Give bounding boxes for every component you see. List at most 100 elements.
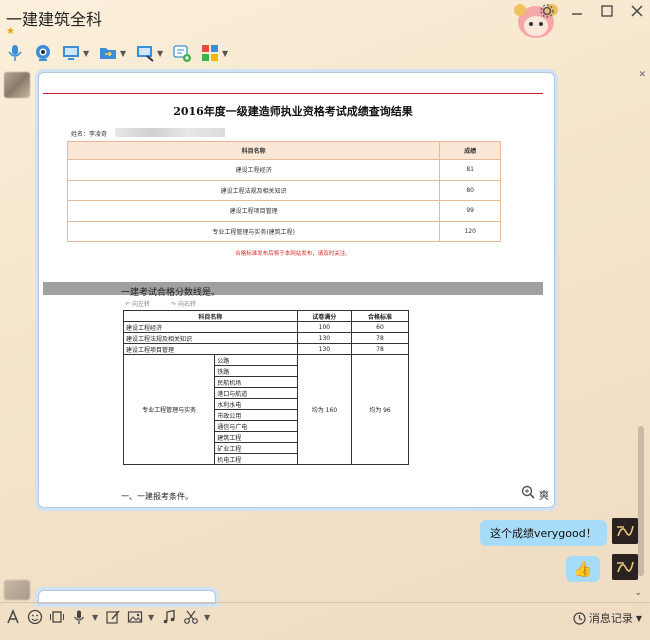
zoom-in-icon[interactable] <box>521 485 535 499</box>
chat-title: 一建建筑全科 <box>6 10 103 29</box>
avatar[interactable] <box>4 72 30 98</box>
image-icon[interactable] <box>126 608 144 626</box>
rotate-left-link[interactable]: ↶ 向左转 <box>125 299 150 308</box>
message-history-button[interactable]: 消息记录 ▼ <box>573 610 642 626</box>
table-header: 成绩 <box>439 141 501 160</box>
table-row: 建设工程项目管理 130 78 <box>123 343 410 355</box>
close-icon[interactable] <box>630 4 644 18</box>
video-call-button[interactable] <box>32 42 54 64</box>
emoji-icon[interactable] <box>26 608 44 626</box>
subject-cell: 建设工程项目管理 <box>66 200 441 222</box>
table-row: 建设工程法规及相关知识 80 <box>66 179 501 201</box>
microphone-icon <box>4 42 26 64</box>
start-discussion-button[interactable] <box>171 42 193 64</box>
score-cell: 81 <box>439 159 501 181</box>
gray-band <box>43 282 543 295</box>
scissors-icon[interactable] <box>182 608 200 626</box>
star-icon: ★ <box>6 26 15 37</box>
rotate-right-label: 向右转 <box>177 301 196 308</box>
specialty-cell: 铁路 <box>214 365 298 377</box>
table-row: 专业工程管理与实务(建筑工程) 120 <box>66 220 501 242</box>
specialty-cell: 建筑工程 <box>214 431 298 443</box>
edit-icon[interactable] <box>104 608 122 626</box>
score-table: 科目名称 成绩 建设工程经济 81 建设工程法规及相关知识 80 建设工程项目管… <box>66 141 501 242</box>
pass-score-cell: 60 <box>350 321 410 333</box>
avatar[interactable] <box>4 580 30 600</box>
avatar[interactable] <box>612 554 638 580</box>
image-message[interactable]: 2016年度一级建造师执业资格考试成绩查询结果 姓名：李凌奇 科目名称 成绩 建… <box>38 72 555 508</box>
chevron-down-icon[interactable]: ▼ <box>157 49 165 58</box>
music-icon[interactable] <box>160 608 178 626</box>
remote-desktop-icon <box>134 42 156 64</box>
history-label: 消息记录 <box>588 612 633 625</box>
table-header: 合格标准 <box>350 310 410 322</box>
message-text: 这个成绩verygood！ <box>490 527 597 540</box>
chevron-down-icon[interactable]: ▼ <box>636 614 642 623</box>
specialty-cell: 机电工程 <box>214 453 298 465</box>
remote-assist-button[interactable]: ▼ <box>134 42 165 64</box>
message-bubble[interactable]: 这个成绩verygood！ <box>480 520 607 546</box>
subject-cell: 建设工程法规及相关知识 <box>123 332 298 344</box>
score-cell: 120 <box>439 220 501 242</box>
score-screenshot[interactable]: 2016年度一级建造师执业资格考试成绩查询结果 姓名：李凌奇 科目名称 成绩 建… <box>43 73 543 507</box>
apps-grid-icon <box>199 42 221 64</box>
specialty-cell: 公路 <box>214 354 298 366</box>
full-score-cell: 均为 160 <box>296 354 352 465</box>
pass-section-title: 一建考试合格分数线是。 <box>121 288 221 298</box>
scroll-down-icon[interactable]: ⌄ <box>634 588 642 598</box>
shake-window-icon[interactable] <box>48 608 66 626</box>
table-header: 科目名称 <box>66 141 441 160</box>
maximize-icon[interactable] <box>600 4 614 18</box>
specialty-cell: 港口与航道 <box>214 387 298 399</box>
voice-message-icon[interactable] <box>70 608 88 626</box>
chat-scrollbar[interactable] <box>638 426 644 576</box>
minimize-icon[interactable] <box>570 4 584 18</box>
chevron-down-icon[interactable]: ▼ <box>92 613 100 622</box>
monitor-icon <box>60 42 82 64</box>
add-chat-icon <box>171 42 193 64</box>
settings-icon[interactable] <box>540 4 554 18</box>
redacted-field <box>115 128 225 137</box>
apps-button[interactable]: ▼ <box>199 42 230 64</box>
subject-cell: 建设工程法规及相关知识 <box>66 179 441 201</box>
candidate-name: 姓名：李凌奇 <box>71 131 108 138</box>
chevron-down-icon[interactable]: ▼ <box>148 613 156 622</box>
pass-score-cell: 78 <box>350 343 410 355</box>
chevron-down-icon[interactable]: ▼ <box>222 49 230 58</box>
table-row: 建设工程项目管理 99 <box>66 200 501 222</box>
title-bar: 一建建筑全科 ★ <box>0 0 650 38</box>
specialty-cell: 矿业工程 <box>214 442 298 454</box>
full-score-cell: 130 <box>296 332 352 344</box>
pass-table: 科目名称 试卷满分 合格标准 建设工程经济 100 60 建设工程法规及相关知识… <box>122 310 410 465</box>
specialty-cell: 市政公用 <box>214 409 298 421</box>
rotate-left-label: 向左转 <box>131 301 150 308</box>
chevron-down-icon[interactable]: ▼ <box>83 49 91 58</box>
table-header: 科目名称 <box>123 310 298 322</box>
notice-text: 合格标准发布后将于本网站发布，请及时关注。 <box>235 251 351 257</box>
chevron-down-icon[interactable]: ▼ <box>204 613 212 622</box>
share-screen-button[interactable]: ▼ <box>60 42 91 64</box>
emoji-message[interactable]: 👍 <box>566 556 600 582</box>
score-cell: 80 <box>439 179 501 201</box>
divider <box>43 93 543 94</box>
specialty-cell: 水利水电 <box>214 398 298 410</box>
font-icon[interactable] <box>4 608 22 626</box>
thumbs-up-icon: 👍 <box>573 560 593 578</box>
avatar[interactable] <box>612 518 638 544</box>
subject-cell: 建设工程项目管理 <box>123 343 298 355</box>
collapse-icon[interactable]: ✕ <box>638 70 646 80</box>
document-title: 2016年度一级建造师执业资格考试成绩查询结果 <box>173 105 413 118</box>
rotate-right-link[interactable]: ↷ 向右转 <box>171 299 196 308</box>
subject-cell: 专业工程管理与实务(建筑工程) <box>66 220 441 242</box>
chevron-down-icon[interactable]: ▼ <box>120 49 128 58</box>
subject-cell: 建设工程经济 <box>66 159 441 181</box>
table-row: 专业工程管理与实务 公路 均为 160 均为 96 <box>122 354 410 465</box>
send-file-button[interactable]: ▼ <box>97 42 128 64</box>
table-row: 建设工程法规及相关知识 130 78 <box>123 332 410 344</box>
voice-call-button[interactable] <box>4 42 26 64</box>
full-score-cell: 130 <box>296 343 352 355</box>
table-header: 试卷满分 <box>296 310 352 322</box>
specialty-cell: 通信与广电 <box>214 420 298 432</box>
specialty-cell: 民航机场 <box>214 376 298 388</box>
score-cell: 99 <box>439 200 501 222</box>
